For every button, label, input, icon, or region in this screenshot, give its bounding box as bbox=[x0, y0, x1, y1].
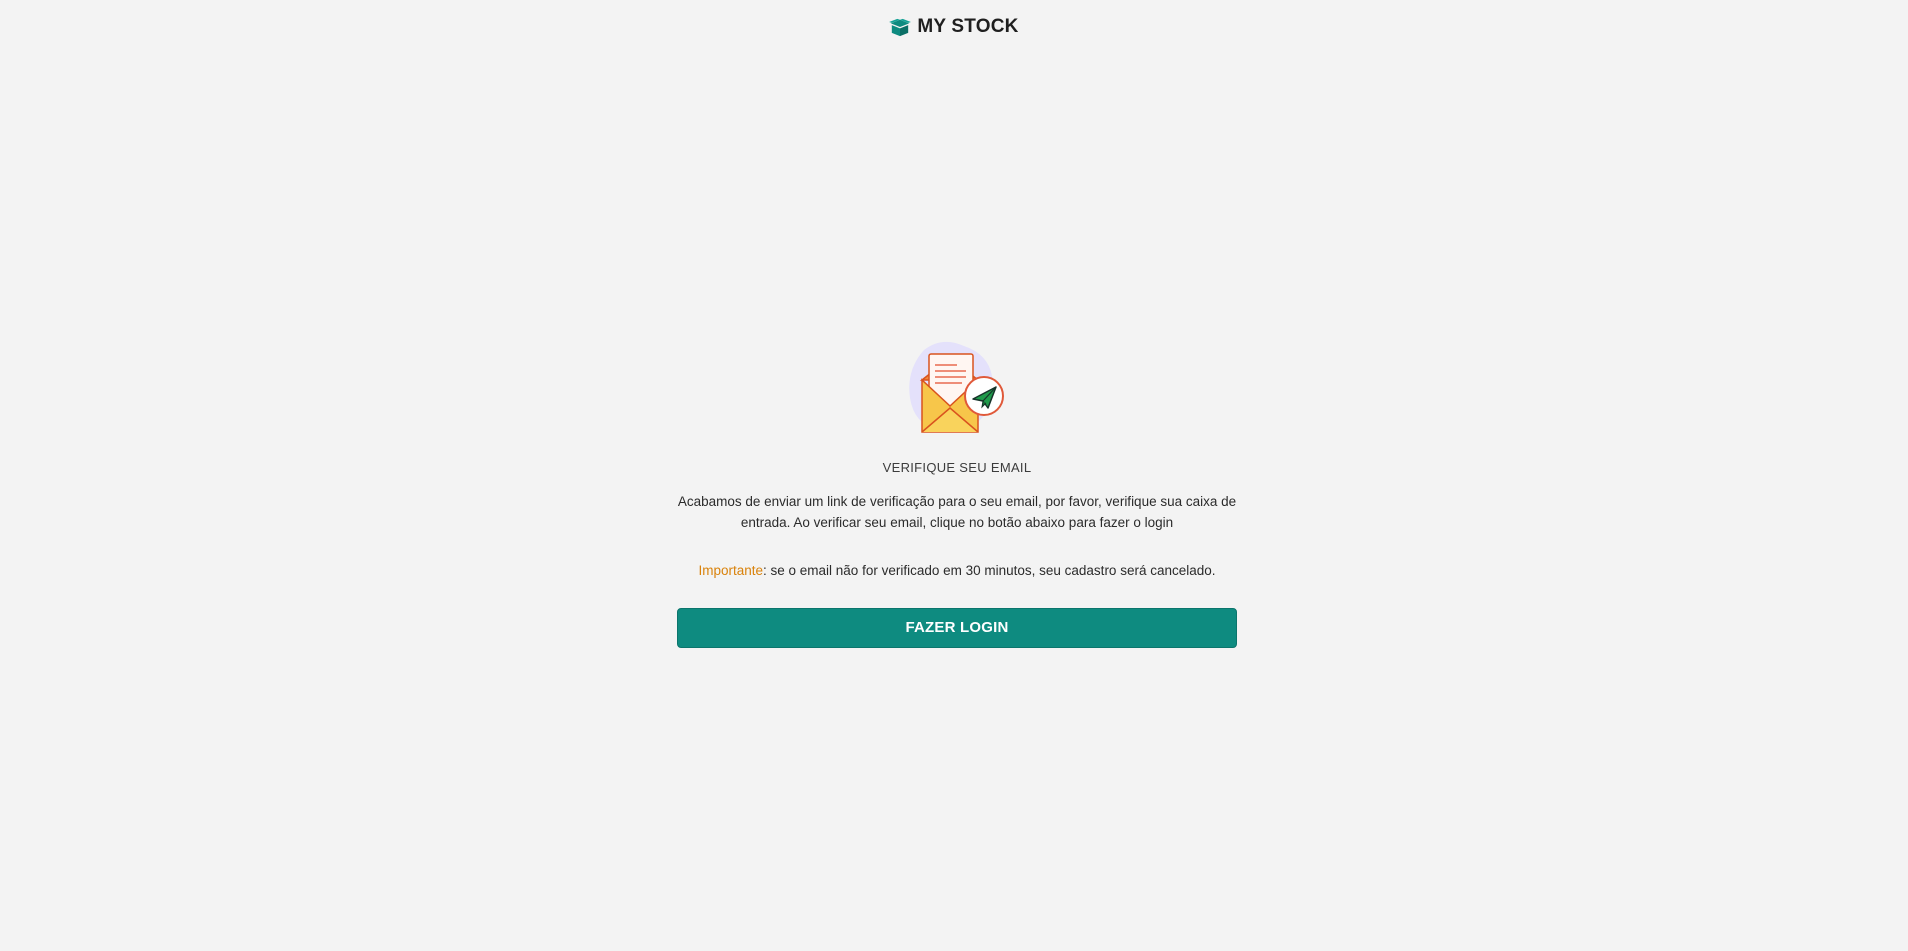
important-note: Importante: se o email não for verificad… bbox=[698, 563, 1215, 578]
important-label: Importante bbox=[698, 562, 764, 578]
login-button[interactable]: FAZER LOGIN bbox=[677, 607, 1237, 648]
important-text: : se o email não for verificado em 30 mi… bbox=[763, 562, 1216, 578]
page-title: VERIFIQUE SEU EMAIL bbox=[882, 460, 1032, 475]
brand-header: MY STOCK bbox=[0, 16, 1908, 38]
open-box-icon bbox=[889, 18, 912, 37]
verify-email-page: MY STOCK VERIFIQUE SEU EMAIL Acabamos de… bbox=[0, 0, 1908, 951]
verification-panel: VERIFIQUE SEU EMAIL Acabamos de enviar u… bbox=[677, 336, 1237, 648]
brand-name: MY STOCK bbox=[917, 16, 1019, 37]
verification-message: Acabamos de enviar um link de verificaçã… bbox=[677, 494, 1237, 530]
email-sent-icon bbox=[909, 341, 1004, 433]
